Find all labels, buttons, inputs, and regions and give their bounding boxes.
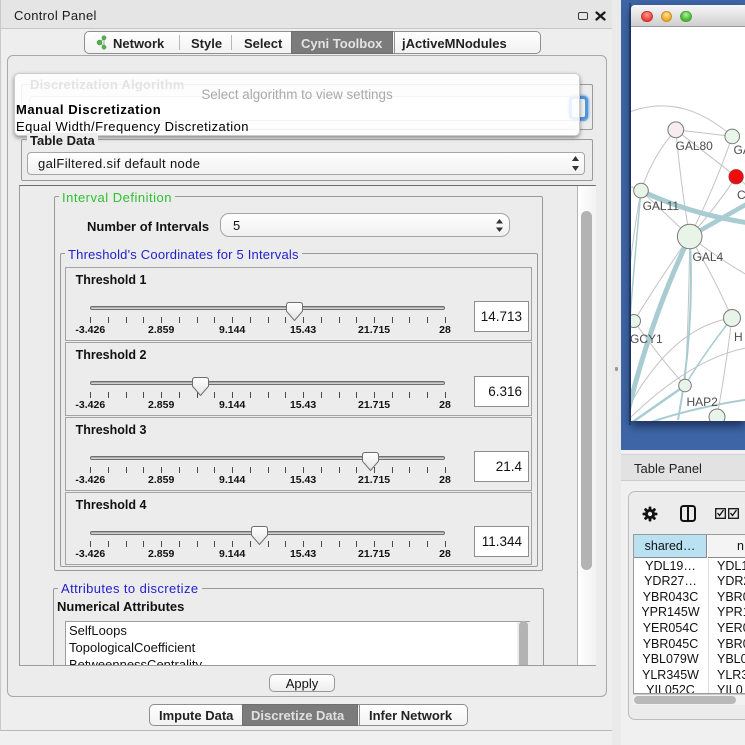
svg-text:GA: GA bbox=[734, 143, 745, 157]
svg-text:GAL4: GAL4 bbox=[693, 250, 724, 264]
svg-text:C: C bbox=[737, 188, 745, 202]
svg-text:H: H bbox=[734, 330, 743, 344]
svg-text:HAP2: HAP2 bbox=[687, 395, 719, 409]
svg-text:GAL80: GAL80 bbox=[676, 139, 714, 153]
svg-text:GAL11: GAL11 bbox=[643, 199, 680, 213]
svg-text:GCY1: GCY1 bbox=[631, 332, 663, 346]
